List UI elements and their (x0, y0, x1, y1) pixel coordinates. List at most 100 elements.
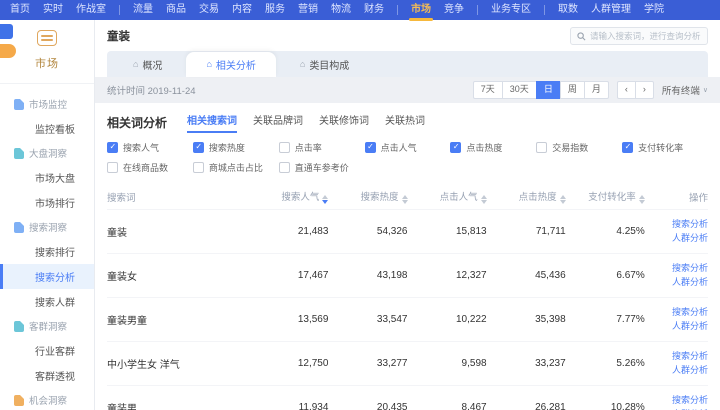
tab-related-modifier-words[interactable]: 关联修饰词 (319, 112, 369, 133)
prev-date-button[interactable]: ‹ (617, 81, 636, 99)
crowd-analysis-link[interactable]: 人群分析 (645, 364, 708, 378)
keyword-tabs: ⌂概况 ⌂相关分析 ⌂类目构成 (107, 51, 708, 77)
cell-pay-conv: 5.26% (566, 350, 645, 377)
crowd-analysis-link[interactable]: 人群分析 (645, 320, 708, 334)
cell-search-pop: 12,750 (249, 350, 328, 377)
nav-item-crowd[interactable]: 人群管理 (591, 0, 631, 20)
nav-item-traffic[interactable]: 流量 (133, 0, 153, 20)
table-header-row: 搜索词 搜索人气 搜索热度 点击人气 点击热度 支付转化率 操作 (107, 184, 708, 209)
cell-keyword[interactable]: 童装女 (107, 260, 249, 291)
checkbox-online-items[interactable]: 在线商品数 (107, 161, 193, 174)
nav-item-service[interactable]: 服务 (265, 0, 285, 20)
nav-item-academy[interactable]: 学院 (644, 0, 664, 20)
nav-item-logistics[interactable]: 物流 (331, 0, 351, 20)
section-label: 搜索洞察 (29, 220, 67, 234)
range-month-button[interactable]: 月 (584, 81, 609, 99)
col-click-popularity[interactable]: 点击人气 (408, 184, 487, 209)
floating-widget-tag[interactable] (0, 44, 16, 58)
nav-item-realtime[interactable]: 实时 (43, 0, 63, 20)
checkbox-label: 直通车参考价 (295, 161, 349, 174)
nav-item-warroom[interactable]: 作战室 (76, 0, 106, 20)
checkbox-icon (279, 162, 290, 173)
nav-item-compete[interactable]: 竞争 (444, 0, 464, 20)
range-day-button[interactable]: 日 (536, 81, 561, 99)
nav-item-content[interactable]: 内容 (232, 0, 252, 20)
checkbox-click-heat[interactable]: 点击热度 (450, 141, 536, 154)
cell-pay-conv: 7.77% (566, 306, 645, 333)
checkbox-click-popularity[interactable]: 点击人气 (365, 141, 451, 154)
checkbox-search-popularity[interactable]: 搜索人气 (107, 141, 193, 154)
cell-click-pop: 8,467 (408, 394, 487, 410)
sidebar-item-market-rank[interactable]: 市场排行 (0, 190, 94, 215)
next-date-button[interactable]: › (635, 81, 654, 99)
checkbox-label: 点击率 (295, 141, 322, 154)
keywords-table: 搜索词 搜索人气 搜索热度 点击人气 点击热度 支付转化率 操作 童装 21,4… (107, 184, 708, 410)
cell-keyword[interactable]: 童装男 (107, 392, 249, 410)
section-market-monitor: 市场监控 (0, 92, 94, 116)
checkbox-mall-click-share[interactable]: 商城点击占比 (193, 161, 279, 174)
nav-item-market[interactable]: 市场 (411, 0, 431, 20)
cell-click-heat: 35,398 (487, 306, 566, 333)
cell-keyword[interactable]: 中小学生女 洋气 (107, 348, 249, 379)
range-7d-button[interactable]: 7天 (473, 81, 503, 99)
search-analysis-link[interactable]: 搜索分析 (645, 394, 708, 408)
device-filter-dropdown[interactable]: 所有终端 ∨ (662, 83, 708, 97)
nav-item-trade[interactable]: 交易 (199, 0, 219, 20)
tab-category-composition[interactable]: ⌂类目构成 (280, 52, 369, 77)
tab-related-search-words[interactable]: 相关搜索词 (187, 112, 237, 133)
checkbox-icon (622, 142, 633, 153)
col-search-popularity[interactable]: 搜索人气 (249, 184, 328, 209)
search-analysis-link[interactable]: 搜索分析 (645, 350, 708, 364)
nav-item-home[interactable]: 首页 (10, 0, 30, 20)
checkbox-search-heat[interactable]: 搜索热度 (193, 141, 279, 154)
sidebar-item-search-rank[interactable]: 搜索排行 (0, 239, 94, 264)
range-week-button[interactable]: 周 (560, 81, 585, 99)
table-row: 童装女 17,467 43,198 12,327 45,436 6.67% 搜索… (107, 253, 708, 297)
checkbox-trade-index[interactable]: 交易指数 (536, 141, 622, 154)
table-row: 中小学生女 洋气 12,750 33,277 9,598 33,237 5.26… (107, 341, 708, 385)
sidebar-item-search-crowd[interactable]: 搜索人群 (0, 289, 94, 314)
section-search-insight: 搜索洞察 (0, 215, 94, 239)
tab-overview[interactable]: ⌂概况 (113, 52, 182, 77)
nav-item-finance[interactable]: 财务 (364, 0, 384, 20)
search-input[interactable] (590, 31, 701, 41)
checkbox-click-rate[interactable]: 点击率 (279, 141, 365, 154)
tab-related-hot-words[interactable]: 关联热词 (385, 112, 425, 133)
sidebar-item-search-analysis[interactable]: 搜索分析 (0, 264, 94, 289)
cell-click-pop: 12,327 (408, 262, 487, 289)
checkbox-pay-conversion[interactable]: 支付转化率 (622, 141, 708, 154)
sidebar-item-customer-perspective[interactable]: 客群透视 (0, 363, 94, 388)
range-30d-button[interactable]: 30天 (502, 81, 537, 99)
tab-related-brand-words[interactable]: 关联品牌词 (253, 112, 303, 133)
keyword-search-box[interactable] (570, 27, 708, 45)
search-analysis-link[interactable]: 搜索分析 (645, 262, 708, 276)
table-body: 童装 21,483 54,326 15,813 71,711 4.25% 搜索分… (107, 209, 708, 410)
col-search-heat[interactable]: 搜索热度 (328, 184, 407, 209)
sidebar-item-market-overview[interactable]: 市场大盘 (0, 165, 94, 190)
sidebar-item-monitor-board[interactable]: 监控看板 (0, 116, 94, 141)
cell-pay-conv: 6.67% (566, 262, 645, 289)
nav-item-bizzone[interactable]: 业务专区 (491, 0, 531, 20)
nav-item-goods[interactable]: 商品 (166, 0, 186, 20)
tab-icon: ⌂ (206, 60, 211, 69)
top-nav: 首页 实时 作战室 流量 商品 交易 内容 服务 营销 物流 财务 市场 竞争 … (0, 0, 720, 20)
crowd-analysis-link[interactable]: 人群分析 (645, 232, 708, 246)
tab-related-analysis[interactable]: ⌂相关分析 (186, 52, 275, 77)
search-analysis-link[interactable]: 搜索分析 (645, 306, 708, 320)
checkbox-icon (365, 142, 376, 153)
section-opportunity-insight: 机会洞察 (0, 388, 94, 410)
col-click-heat[interactable]: 点击热度 (487, 184, 566, 209)
col-pay-conversion[interactable]: 支付转化率 (566, 184, 645, 209)
nav-item-marketing[interactable]: 营销 (298, 0, 318, 20)
cell-search-heat: 54,326 (328, 218, 407, 245)
checkbox-label: 搜索人气 (123, 141, 159, 154)
cell-search-heat: 43,198 (328, 262, 407, 289)
floating-widget-icon[interactable] (0, 24, 13, 39)
cell-keyword[interactable]: 童装 (107, 216, 249, 247)
search-analysis-link[interactable]: 搜索分析 (645, 218, 708, 232)
crowd-analysis-link[interactable]: 人群分析 (645, 276, 708, 290)
nav-item-data[interactable]: 取数 (558, 0, 578, 20)
cell-keyword[interactable]: 童装男童 (107, 304, 249, 335)
sidebar-item-industry-customer[interactable]: 行业客群 (0, 338, 94, 363)
checkbox-ppc-reference[interactable]: 直通车参考价 (279, 161, 365, 174)
